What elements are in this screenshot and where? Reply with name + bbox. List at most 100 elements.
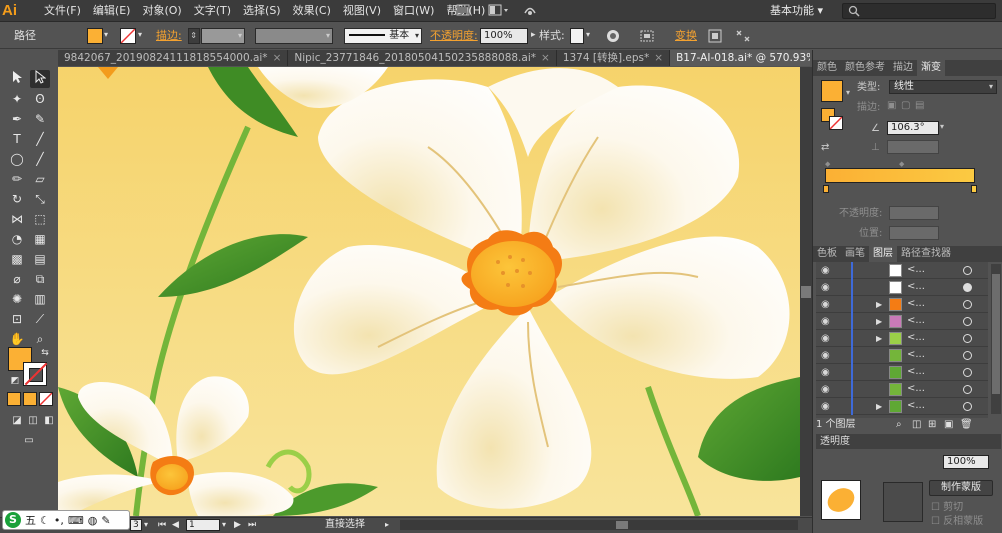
magic-wand-tool-icon[interactable]: ✦ (7, 90, 27, 108)
layers-scroll-thumb[interactable] (992, 274, 1000, 394)
paintbrush-tool-icon[interactable]: ╱ (30, 150, 50, 168)
rotate-tool-icon[interactable]: ↻ (7, 190, 27, 208)
stroke-weight-stepper[interactable]: ⇕ (188, 28, 200, 44)
horizontal-scrollbar[interactable] (400, 520, 798, 530)
fill-swatch[interactable] (87, 28, 103, 44)
gradient-angle-field[interactable]: 106.3° (887, 121, 939, 135)
fill-stroke-mini-stroke[interactable] (829, 116, 843, 130)
layer-row[interactable]: ◉ ▶ <... (816, 296, 988, 313)
punctuation-icon[interactable]: •, (54, 514, 64, 527)
layer-row[interactable]: ◉ ▶ <... (816, 398, 988, 415)
target-circle-icon[interactable] (963, 266, 972, 275)
gradient-slider[interactable] (825, 168, 975, 183)
new-layer-icon[interactable]: ▣ (944, 418, 953, 432)
expand-arrow-icon[interactable]: ▶ (876, 401, 882, 412)
style-dropdown-arrow[interactable]: ▾ (586, 28, 590, 42)
visibility-eye-icon[interactable]: ◉ (821, 401, 830, 412)
align-icon[interactable] (640, 29, 658, 47)
direct-selection-tool-icon[interactable] (30, 69, 50, 88)
column-graph-tool-icon[interactable]: ▥ (30, 290, 50, 308)
visibility-eye-icon[interactable]: ◉ (821, 316, 830, 327)
target-circle-icon[interactable] (963, 300, 972, 309)
close-icon[interactable]: × (654, 52, 663, 64)
tab-brushes[interactable]: 画笔 (841, 246, 869, 262)
visibility-eye-icon[interactable]: ◉ (821, 282, 830, 293)
target-circle-icon[interactable] (963, 351, 972, 360)
object-thumbnail[interactable] (821, 480, 861, 520)
expand-arrow-icon[interactable]: ▶ (876, 316, 882, 327)
pencil-tool-icon[interactable]: ✏ (7, 170, 27, 188)
mesh-tool-icon[interactable]: ▩ (7, 250, 27, 268)
eyedropper-tool-icon[interactable]: ⌀ (7, 270, 27, 288)
tab-color[interactable]: 颜色 (813, 60, 841, 76)
gradient-tool-icon[interactable]: ▤ (30, 250, 50, 268)
moon-icon[interactable]: ☾ (40, 514, 50, 527)
keyboard-icon[interactable]: ⌨ (68, 514, 84, 527)
panel-menu-icon[interactable] (735, 29, 751, 47)
stroke-weight-field[interactable]: ▾ (201, 28, 245, 44)
stroke-color-box[interactable] (23, 362, 47, 386)
make-mask-button[interactable]: 制作蒙版 (929, 480, 993, 496)
screen-mode-icon[interactable]: ▭ (17, 432, 41, 450)
ime-toolbar[interactable]: S 五 ☾ •, ⌨ ◍ ✎ (2, 510, 130, 530)
zoom-field[interactable]: 3 (130, 519, 142, 531)
transparency-opacity-field[interactable]: 100% (943, 455, 989, 469)
target-circle-icon[interactable] (963, 283, 972, 292)
target-circle-icon[interactable] (963, 334, 972, 343)
artboard-canvas[interactable] (58, 67, 800, 516)
line-tool-icon[interactable]: ╱ (30, 130, 50, 148)
hand-tool-icon[interactable]: ✋ (7, 330, 27, 348)
tab-document-4[interactable]: B17-AI-018.ai* @ 570.93% (RGB/预览)× (670, 50, 810, 66)
gradient-preview-arrow[interactable]: ▾ (846, 87, 850, 99)
stroke-swatch[interactable] (120, 28, 136, 44)
visibility-eye-icon[interactable]: ◉ (821, 299, 830, 310)
swap-fill-stroke-icon[interactable]: ⇆ (35, 344, 55, 362)
blend-tool-icon[interactable]: ⧉ (30, 270, 50, 288)
layer-row[interactable]: ◉ ▶ <... (816, 313, 988, 330)
visibility-eye-icon[interactable]: ◉ (821, 367, 830, 378)
free-transform-tool-icon[interactable]: ⬚ (30, 210, 50, 228)
transform-link[interactable]: 变换 (675, 29, 697, 43)
scale-tool-icon[interactable]: ⤡ (30, 190, 50, 208)
gradient-stop-start[interactable] (823, 185, 829, 193)
layer-row[interactable]: ◉ <... (816, 347, 988, 364)
target-circle-icon[interactable] (963, 317, 972, 326)
visibility-eye-icon[interactable]: ◉ (821, 384, 830, 395)
selection-tool-icon[interactable] (7, 70, 27, 88)
none-mode-icon[interactable] (39, 392, 53, 406)
layer-row[interactable]: ◉ <... (816, 381, 988, 398)
new-sublayer-icon[interactable]: ⊞ (928, 418, 936, 432)
gradient-type-select[interactable]: 线性 ▾ (889, 80, 997, 94)
menu-effect[interactable]: 效果(C) (287, 0, 337, 22)
bridge-icon[interactable] (456, 3, 470, 19)
target-circle-icon[interactable] (963, 402, 972, 411)
visibility-eye-icon[interactable]: ◉ (821, 333, 830, 344)
visibility-eye-icon[interactable]: ◉ (821, 265, 830, 276)
target-circle-icon[interactable] (963, 368, 972, 377)
tab-gradient[interactable]: 渐变 (917, 60, 945, 76)
expand-arrow-icon[interactable]: ▶ (876, 299, 882, 310)
status-menu-arrow[interactable]: ▸ (385, 519, 389, 531)
menu-view[interactable]: 视图(V) (337, 0, 387, 22)
sync-settings-icon[interactable] (522, 3, 538, 19)
search-input[interactable] (842, 3, 996, 19)
layer-row[interactable]: ◉ ▶ <... (816, 330, 988, 347)
first-page-icon[interactable]: ⏮ (158, 519, 166, 531)
graphic-style-swatch[interactable] (570, 28, 584, 44)
mask-thumbnail[interactable] (883, 482, 923, 522)
target-circle-icon[interactable] (963, 385, 972, 394)
layers-scrollbar[interactable] (991, 264, 1001, 414)
type-tool-icon[interactable]: T (7, 130, 27, 148)
close-icon[interactable]: × (541, 52, 550, 64)
opacity-link[interactable]: 不透明度: (430, 29, 478, 43)
make-clipping-mask-icon[interactable]: ◫ (912, 418, 921, 432)
menu-file[interactable]: 文件(F) (38, 0, 87, 22)
width-tool-icon[interactable]: ⋈ (7, 210, 27, 228)
opacity-dropdown-arrow[interactable]: ▸ (531, 28, 536, 42)
last-page-icon[interactable]: ⏭ (248, 519, 256, 531)
artboard-number-field[interactable]: 1 (186, 519, 220, 531)
angle-dropdown-arrow[interactable]: ▾ (940, 121, 944, 133)
tab-color-guide[interactable]: 颜色参考 (841, 60, 889, 76)
menu-object[interactable]: 对象(O) (136, 0, 187, 22)
stroke-weight-link[interactable]: 描边: (156, 29, 182, 43)
